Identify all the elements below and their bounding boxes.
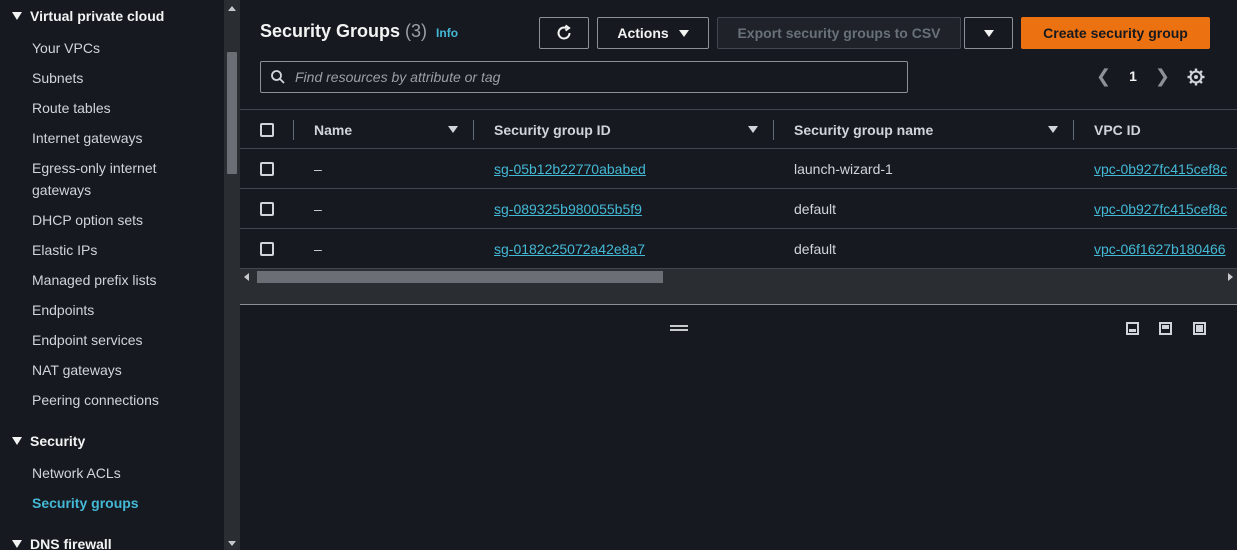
column-header-name[interactable]: Name (314, 110, 352, 150)
vpc-id-link[interactable]: vpc-06f1627b180466 (1094, 229, 1226, 269)
column-divider (473, 120, 474, 140)
sidebar-item-egress-only-internet-gateways[interactable]: Egress-only internet gateways (32, 157, 172, 201)
select-all-checkbox[interactable] (260, 123, 274, 137)
table-row[interactable]: – sg-05b12b22770ababed launch-wizard-1 v… (240, 149, 1237, 189)
vpc-id-link[interactable]: vpc-0b927fc415cef8c (1094, 149, 1227, 189)
section-label: Security (30, 433, 86, 449)
security-group-id-link[interactable]: sg-089325b980055b5f9 (494, 189, 642, 229)
caret-down-icon (12, 437, 22, 445)
column-divider (1073, 120, 1074, 140)
section-dns-firewall[interactable]: DNS firewall (12, 536, 112, 550)
cell-name: – (314, 241, 322, 257)
sidebar-nav: Virtual private cloud Your VPCs Subnets … (0, 0, 224, 550)
table-row[interactable]: – sg-089325b980055b5f9 default vpc-0b927… (240, 189, 1237, 229)
section-label: Virtual private cloud (30, 8, 165, 24)
split-panel-gap (240, 285, 1237, 305)
sidebar-item-elastic-ips[interactable]: Elastic IPs (32, 239, 212, 261)
search-input[interactable] (295, 69, 875, 85)
gear-icon[interactable] (1186, 67, 1206, 87)
sidebar-item-endpoint-services[interactable]: Endpoint services (32, 329, 212, 351)
refresh-button[interactable] (539, 17, 589, 49)
sidebar-item-route-tables[interactable]: Route tables (32, 97, 212, 119)
info-link[interactable]: Info (436, 26, 458, 40)
section-virtual-private-cloud[interactable]: Virtual private cloud (12, 8, 164, 24)
current-page-number[interactable]: 1 (1129, 68, 1137, 84)
security-group-id-link[interactable]: sg-0182c25072a42e8a7 (494, 229, 645, 269)
scroll-left-arrow-icon[interactable] (244, 273, 249, 281)
details-split-panel (240, 305, 1237, 550)
sidebar-item-internet-gateways[interactable]: Internet gateways (32, 127, 212, 149)
column-divider (773, 120, 774, 140)
item-count: (3) (405, 21, 428, 41)
column-divider (293, 120, 294, 140)
scroll-up-arrow-icon[interactable] (228, 6, 236, 11)
pagination: ❮ 1 ❯ (1096, 66, 1170, 86)
sidebar-item-nat-gateways[interactable]: NAT gateways (32, 359, 212, 381)
cell-name: – (314, 201, 322, 217)
cell-name: – (314, 161, 322, 177)
sidebar-item-security-groups[interactable]: Security groups (32, 492, 212, 514)
column-header-security-group-name[interactable]: Security group name (794, 110, 933, 150)
sort-caret-icon[interactable] (1048, 126, 1058, 133)
scrollbar-thumb[interactable] (227, 52, 237, 174)
cell-security-group-name: launch-wizard-1 (794, 161, 893, 177)
actions-label: Actions (617, 25, 669, 41)
sort-caret-icon[interactable] (748, 126, 758, 133)
sidebar-item-your-vpcs[interactable]: Your VPCs (32, 37, 212, 59)
column-header-security-group-id[interactable]: Security group ID (494, 110, 611, 150)
section-label: DNS firewall (30, 536, 112, 550)
export-csv-button[interactable]: Export security groups to CSV (717, 17, 961, 49)
column-header-vpc-id[interactable]: VPC ID (1094, 110, 1141, 150)
table-horizontal-scrollbar[interactable] (240, 269, 1237, 285)
chevron-right-icon[interactable]: ❯ (1155, 66, 1170, 86)
search-icon (271, 70, 285, 84)
scrollbar-thumb[interactable] (257, 271, 663, 283)
sidebar-item-network-acls[interactable]: Network ACLs (32, 462, 212, 484)
sidebar-item-dhcp-option-sets[interactable]: DHCP option sets (32, 209, 212, 231)
panel-full-layout-icon[interactable] (1193, 322, 1206, 335)
sidebar-item-subnets[interactable]: Subnets (32, 67, 212, 89)
scroll-right-arrow-icon[interactable] (1228, 273, 1233, 281)
scroll-down-arrow-icon[interactable] (228, 541, 236, 546)
sidebar-scrollbar[interactable] (224, 0, 240, 550)
vpc-id-link[interactable]: vpc-0b927fc415cef8c (1094, 189, 1227, 229)
cell-security-group-name: default (794, 201, 837, 217)
row-checkbox[interactable] (260, 242, 274, 256)
section-security[interactable]: Security (12, 433, 85, 449)
export-options-dropdown-button[interactable] (964, 17, 1013, 49)
chevron-left-icon[interactable]: ❮ (1096, 66, 1111, 86)
table-header-row: Name Security group ID Security group na… (240, 110, 1237, 149)
sort-caret-icon[interactable] (448, 126, 458, 133)
panel-split-layout-icon[interactable] (1159, 322, 1172, 335)
row-checkbox[interactable] (260, 202, 274, 216)
page-title: Security Groups (3) Info (260, 21, 458, 42)
search-field[interactable] (260, 61, 908, 93)
resize-handle-icon[interactable] (670, 325, 688, 331)
panel-bottom-layout-icon[interactable] (1126, 322, 1139, 335)
caret-down-icon (678, 29, 689, 37)
row-checkbox[interactable] (260, 162, 274, 176)
caret-down-icon (983, 29, 994, 37)
sidebar-item-peering-connections[interactable]: Peering connections (32, 389, 212, 411)
create-security-group-button[interactable]: Create security group (1021, 17, 1210, 49)
main-content: Security Groups (3) Info Actions Export … (240, 0, 1237, 550)
cell-security-group-name: default (794, 241, 837, 257)
refresh-icon (557, 24, 571, 40)
sidebar-item-endpoints[interactable]: Endpoints (32, 299, 212, 321)
table-row[interactable]: – sg-0182c25072a42e8a7 default vpc-06f16… (240, 229, 1237, 269)
sidebar-item-managed-prefix-lists[interactable]: Managed prefix lists (32, 269, 212, 291)
security-group-id-link[interactable]: sg-05b12b22770ababed (494, 149, 646, 189)
actions-dropdown-button[interactable]: Actions (597, 17, 709, 49)
caret-down-icon (12, 12, 22, 20)
caret-down-icon (12, 540, 22, 548)
security-groups-table: Name Security group ID Security group na… (240, 109, 1237, 269)
page-title-text: Security Groups (260, 21, 401, 41)
